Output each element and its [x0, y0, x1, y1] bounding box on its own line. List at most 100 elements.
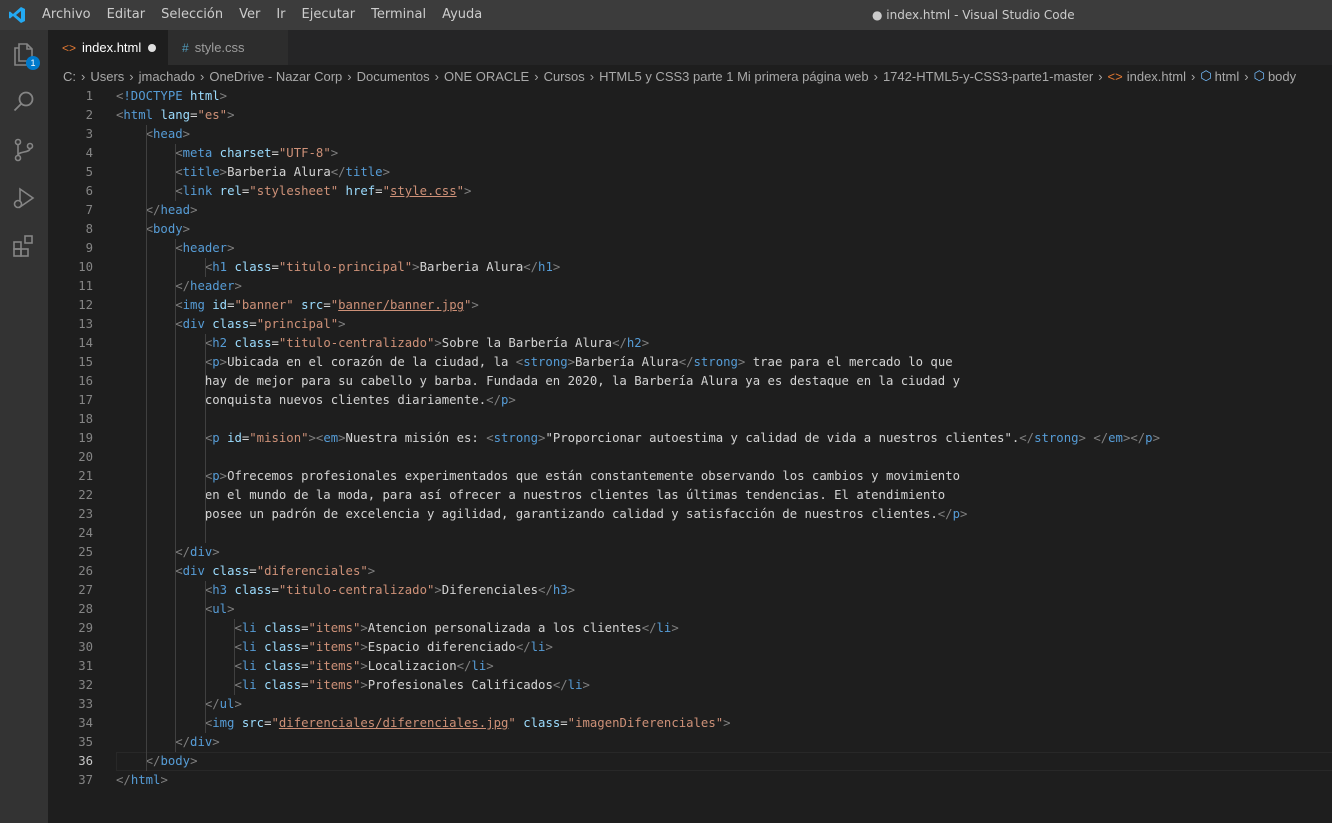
code-line[interactable]: <link rel="stylesheet" href="style.css">	[116, 182, 1316, 201]
breadcrumb-symbol[interactable]: html	[1215, 69, 1240, 84]
tab-index-html[interactable]: <> index.html	[48, 30, 168, 65]
code-line[interactable]: <ul>	[116, 600, 1316, 619]
code-token: "Proporcionar autoestima y calidad de vi…	[545, 431, 1020, 445]
unsaved-dot-icon[interactable]	[148, 44, 156, 52]
breadcrumb-item[interactable]: C:	[63, 69, 76, 84]
code-line[interactable]: <!DOCTYPE html>	[116, 87, 1316, 106]
code-line[interactable]: <li class="items">Localizacion</li>	[116, 657, 1316, 676]
menu-ayuda[interactable]: Ayuda	[434, 0, 490, 30]
breadcrumb-item[interactable]: OneDrive - Nazar Corp	[209, 69, 342, 84]
indent-guide	[204, 334, 206, 543]
code-token: >	[360, 659, 368, 673]
code-token: >	[219, 355, 228, 369]
code-line[interactable]: <p id="mision"><em>Nuestra misión es: <s…	[116, 429, 1316, 448]
code-line[interactable]: <img id="banner" src="banner/banner.jpg"…	[116, 296, 1316, 315]
code-token: p	[212, 469, 220, 483]
code-token: "items"	[308, 678, 361, 692]
breadcrumb-item[interactable]: Documentos	[357, 69, 430, 84]
tab-style-css[interactable]: # style.css	[168, 30, 288, 65]
code-token: <	[175, 298, 183, 312]
code-line[interactable]: <img src="diferenciales/diferenciales.jp…	[116, 714, 1316, 733]
code-token: =	[560, 716, 568, 730]
breadcrumb-item[interactable]: Cursos	[544, 69, 585, 84]
line-number: 20	[78, 450, 93, 464]
tab-label: style.css	[194, 40, 245, 55]
breadcrumb-file[interactable]: index.html	[1127, 69, 1186, 84]
code-line[interactable]	[116, 448, 1316, 467]
code-line[interactable]: </head>	[116, 201, 1316, 220]
code-area[interactable]: <!DOCTYPE html> <html lang="es"> <head> <…	[116, 87, 1332, 790]
code-line[interactable]: </div>	[116, 733, 1316, 752]
code-token: meta	[182, 146, 213, 160]
code-token: </	[937, 507, 953, 521]
line-number: 22	[78, 488, 93, 502]
code-line[interactable]: <body>	[116, 220, 1316, 239]
code-line[interactable]: <html lang="es">	[116, 106, 1316, 125]
code-line[interactable]: <div class="principal">	[116, 315, 1316, 334]
extensions-button[interactable]	[0, 222, 48, 270]
code-line[interactable]: <p>Ubicada en el corazón de la ciudad, l…	[116, 353, 1316, 372]
breadcrumb-item[interactable]: HTML5 y CSS3 parte 1 Mi primera página w…	[599, 69, 869, 84]
code-line[interactable]: <h2 class="titulo-centralizado">Sobre la…	[116, 334, 1316, 353]
code-token: >	[567, 583, 576, 597]
code-token: >	[227, 602, 235, 616]
search-button[interactable]	[0, 78, 48, 126]
menu-ejecutar[interactable]: Ejecutar	[294, 0, 364, 30]
code-line[interactable]: <head>	[116, 125, 1316, 144]
code-token: strong	[1034, 431, 1079, 445]
breadcrumb-item[interactable]: ONE ORACLE	[444, 69, 529, 84]
vertical-scrollbar[interactable]	[1318, 87, 1332, 823]
code-token: h3	[212, 583, 228, 597]
menu-archivo[interactable]: Archivo	[34, 0, 99, 30]
code-line[interactable]: <header>	[116, 239, 1316, 258]
menu-editar[interactable]: Editar	[99, 0, 154, 30]
source-control-button[interactable]	[0, 126, 48, 174]
breadcrumb-symbol[interactable]: body	[1268, 69, 1296, 84]
code-line[interactable]: <meta charset="UTF-8">	[116, 144, 1316, 163]
code-line[interactable]: </div>	[116, 543, 1316, 562]
line-number: 15	[78, 355, 93, 369]
code-line[interactable]: <li class="items">Profesionales Califica…	[116, 676, 1316, 695]
code-token: >	[219, 469, 228, 483]
menu-ver[interactable]: Ver	[231, 0, 268, 30]
code-token: html	[130, 773, 161, 787]
code-line[interactable]: <title>Barberia Alura</title>	[116, 163, 1316, 182]
menu-terminal[interactable]: Terminal	[363, 0, 434, 30]
menu-ir[interactable]: Ir	[268, 0, 293, 30]
search-icon	[13, 91, 34, 112]
code-line[interactable]: <h3 class="titulo-centralizado">Diferenc…	[116, 581, 1316, 600]
breadcrumb-item[interactable]: Users	[90, 69, 124, 84]
code-line[interactable]: posee un padrón de excelencia y agilidad…	[116, 505, 1316, 524]
code-line[interactable]: </html>	[116, 771, 1316, 790]
code-line[interactable]: </body>	[116, 752, 1332, 771]
code-line[interactable]	[116, 524, 1316, 543]
code-line[interactable]: hay de mejor para su cabello y barba. Fu…	[116, 372, 1316, 391]
code-line[interactable]: <p>Ofrecemos profesionales experimentado…	[116, 467, 1316, 486]
code-line[interactable]: en el mundo de la moda, para así ofrecer…	[116, 486, 1316, 505]
code-token: class	[234, 336, 272, 350]
code-editor[interactable]: 1 2 3 4 5 6 7 8 9 10 11 12 13 14 15 16 17 18 19 20 21 22 23 24 2…	[48, 87, 1332, 823]
breadcrumb-item[interactable]: jmachado	[139, 69, 195, 84]
code-token: >	[338, 317, 346, 331]
code-line[interactable]: </header>	[116, 277, 1316, 296]
breadcrumb-item[interactable]: 1742-HTML5-y-CSS3-parte1-master	[883, 69, 1093, 84]
explorer-button[interactable]: 1	[0, 30, 48, 78]
menu-seleccion[interactable]: Selección	[153, 0, 231, 30]
code-line[interactable]: conquista nuevos clientes diariamente.</…	[116, 391, 1316, 410]
code-line[interactable]	[116, 410, 1316, 429]
code-line[interactable]: <div class="diferenciales">	[116, 562, 1316, 581]
code-token: p	[212, 431, 220, 445]
code-token: "banner"	[234, 298, 294, 312]
code-line[interactable]: <li class="items">Atencion personalizada…	[116, 619, 1316, 638]
run-debug-button[interactable]	[0, 174, 48, 222]
code-token: </	[515, 640, 531, 654]
code-line[interactable]: </ul>	[116, 695, 1316, 714]
chevron-right-icon: ›	[434, 68, 439, 84]
code-line[interactable]: <h1 class="titulo-principal">Barberia Al…	[116, 258, 1316, 277]
code-line[interactable]: <li class="items">Espacio diferenciado</…	[116, 638, 1316, 657]
